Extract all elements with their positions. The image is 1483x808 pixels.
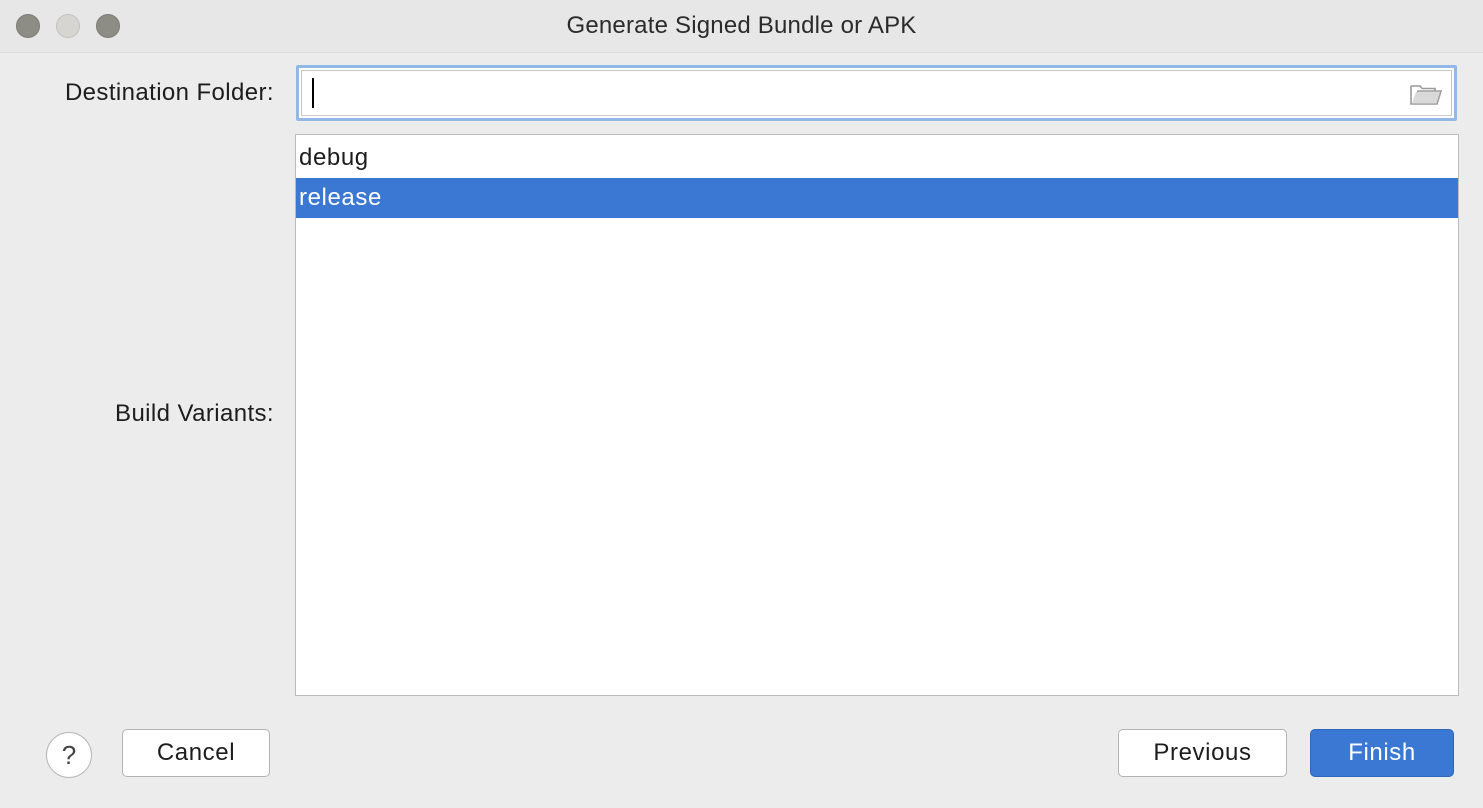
build-variants-list[interactable]: debug release xyxy=(295,134,1459,696)
list-item-debug[interactable]: debug xyxy=(296,138,1458,178)
help-button[interactable]: ? xyxy=(46,732,92,778)
finish-button[interactable]: Finish xyxy=(1310,729,1454,777)
title-bar: Generate Signed Bundle or APK xyxy=(0,0,1483,53)
window-title: Generate Signed Bundle or APK xyxy=(566,12,917,39)
folder-icon[interactable] xyxy=(1410,82,1442,106)
cancel-button[interactable]: Cancel xyxy=(122,729,270,777)
list-item-release[interactable]: release xyxy=(296,178,1458,218)
question-icon: ? xyxy=(61,740,77,770)
text-caret xyxy=(312,78,314,108)
destination-folder-field[interactable] xyxy=(296,65,1457,121)
build-variants-label: Build Variants: xyxy=(115,400,274,427)
dialog-window: Generate Signed Bundle or APK Destinatio… xyxy=(0,0,1483,808)
previous-button[interactable]: Previous xyxy=(1118,729,1287,777)
destination-folder-label: Destination Folder: xyxy=(64,79,274,106)
destination-folder-input[interactable] xyxy=(301,70,1452,116)
